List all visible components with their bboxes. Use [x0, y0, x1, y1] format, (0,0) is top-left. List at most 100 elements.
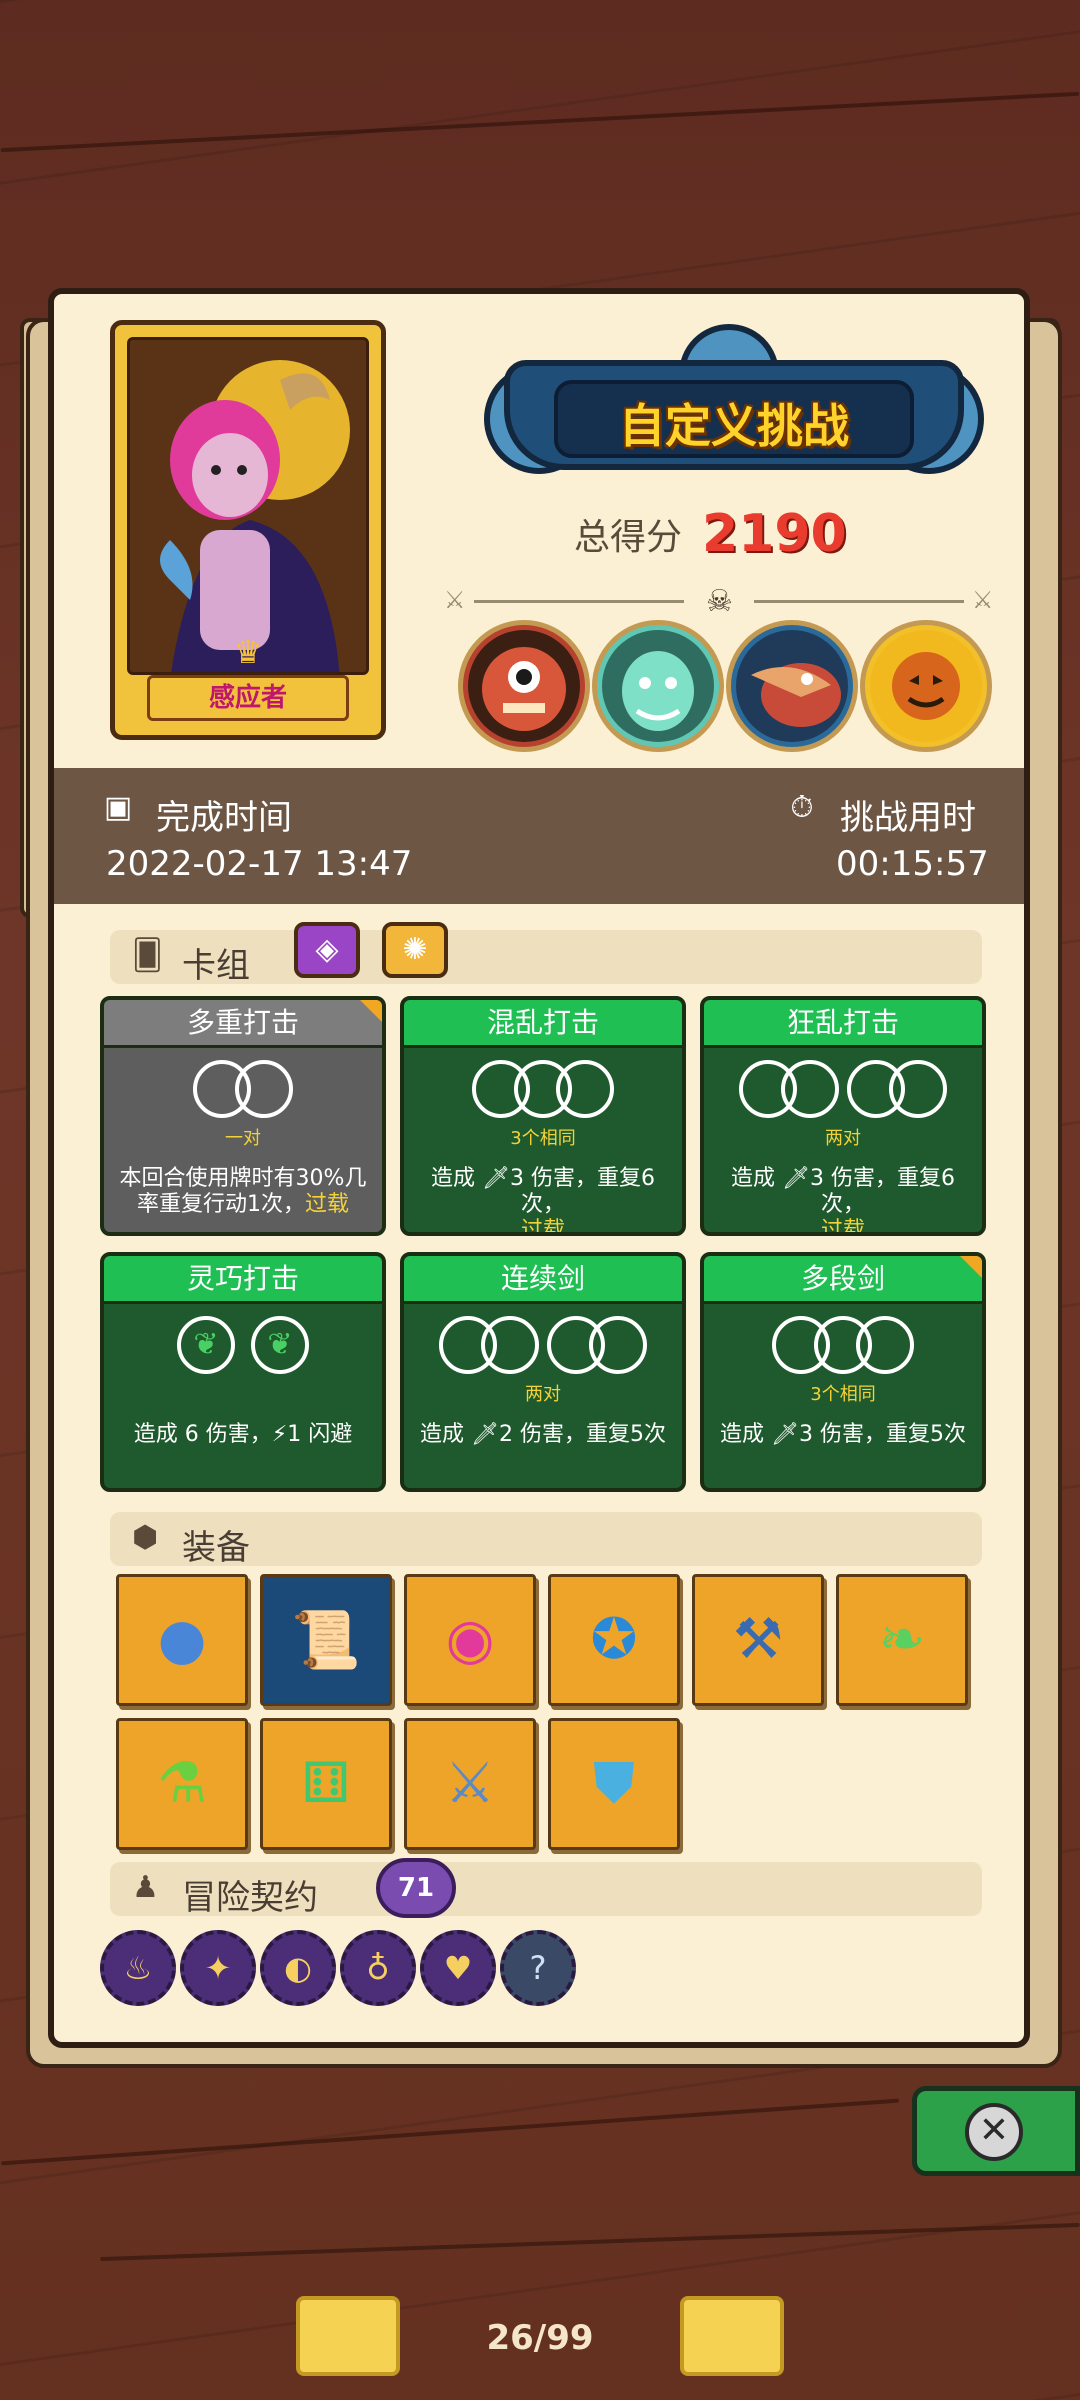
skill-card[interactable]: 多段剑 3个相同 造成 🗡3 伤害，重复5次	[700, 1252, 986, 1492]
hero-illustration	[130, 340, 366, 672]
completion-time-value: 2022-02-17 13:47	[106, 844, 413, 884]
deck-label: 卡组	[182, 946, 250, 986]
orb-icon: ◉	[445, 1607, 495, 1672]
page-title: 自定义挑战	[619, 399, 849, 453]
stopwatch-icon: ⏱	[790, 790, 814, 825]
skill-requirement: 两对	[825, 1128, 861, 1149]
amulet-icon: ✪	[590, 1607, 638, 1672]
leaf-icon: ❦	[251, 1316, 309, 1374]
calendar-icon: ▣	[103, 790, 133, 825]
leaf-icon: ❦	[177, 1316, 235, 1374]
equipment-label: 装备	[182, 1528, 250, 1568]
skill-card[interactable]: 混乱打击 3个相同 造成 🗡3 伤害，重复6次， 过载	[400, 996, 686, 1236]
page-indicator: 26/99	[486, 2318, 594, 2358]
skill-card[interactable]: 连续剑 两对 造成 🗡2 伤害，重复5次	[400, 1252, 686, 1492]
hero-artwork	[127, 337, 369, 675]
skill-name: 狂乱打击	[704, 1000, 982, 1048]
hero-name: 感应者	[147, 675, 349, 721]
equipment-slot[interactable]: ❧	[836, 1574, 968, 1706]
skill-requirement: 3个相同	[810, 1384, 876, 1405]
dice-slots	[104, 1060, 382, 1124]
result-card: ♛ 感应者 自定义挑战 总得分 2190 ⚔ ☠ ⚔ ▣ 完成时间 2022-0…	[48, 288, 1030, 2048]
boss-avatar[interactable]	[860, 620, 992, 752]
axe-icon: ⚒	[732, 1607, 784, 1672]
dice-icon: ⚅	[301, 1751, 351, 1816]
dice-slots	[404, 1316, 682, 1380]
skill-desc: 本回合使用牌时有30%几率重复行动1次，过载	[119, 1166, 367, 1217]
pact-mystery-icon[interactable]: ?	[500, 1930, 576, 2006]
equipment-slot[interactable]: ⛊	[548, 1718, 680, 1850]
deck-spiral-tag[interactable]: ✺	[382, 922, 448, 978]
boss-avatar[interactable]	[726, 620, 858, 752]
equipment-slot[interactable]: ⚅	[260, 1718, 392, 1850]
title-banner: 自定义挑战	[484, 324, 984, 494]
boss-divider: ⚔ ☠ ⚔	[444, 584, 1004, 619]
score-row: 总得分 2190	[574, 504, 994, 564]
prev-page-button[interactable]	[296, 2296, 400, 2376]
equipment-slot[interactable]: ●	[116, 1574, 248, 1706]
dice-slots	[404, 1060, 682, 1124]
score-value: 2190	[702, 504, 847, 564]
next-page-button[interactable]	[680, 2296, 784, 2376]
duration-value: 00:15:57	[836, 844, 989, 884]
time-strip: ▣ 完成时间 2022-02-17 13:47 ⏱ 挑战用时 00:15:57	[54, 768, 1024, 904]
pact-helmet-icon[interactable]: ◐	[260, 1930, 336, 2006]
skill-card[interactable]: 狂乱打击 两对 造成 🗡3 伤害，重复6次， 过载	[700, 996, 986, 1236]
skill-desc: 造成 6 伤害，⚡1 闪避	[133, 1422, 353, 1447]
sword-icon: ⚔	[444, 586, 466, 614]
dice-slots	[704, 1316, 982, 1380]
pact-heart-icon[interactable]: ♥	[420, 1930, 496, 2006]
pact-flask-icon[interactable]: ♁	[340, 1930, 416, 2006]
skill-name: 多段剑	[704, 1256, 982, 1304]
completion-time-label: 完成时间	[156, 798, 292, 838]
contract-header: ♟ 冒险契约	[110, 1862, 982, 1918]
hero-portrait[interactable]: ♛ 感应者	[110, 320, 386, 740]
box-icon: ⬢	[132, 1520, 159, 1555]
dice-slots: ❦ ❦	[104, 1316, 382, 1380]
pact-lamp-icon[interactable]: ♨	[100, 1930, 176, 2006]
equipment-slot[interactable]: ◉	[404, 1574, 536, 1706]
skull-icon: ☠	[706, 584, 733, 619]
skill-card[interactable]: 多重打击 一对 本回合使用牌时有30%几率重复行动1次，过载	[100, 996, 386, 1236]
score-label: 总得分	[574, 517, 683, 558]
boss-avatar[interactable]	[458, 620, 590, 752]
skill-requirement: 一对	[225, 1128, 261, 1149]
equipment-slot[interactable]: ⚔	[404, 1718, 536, 1850]
deck-type-tag[interactable]: ◈	[294, 922, 360, 978]
pact-shoe-icon[interactable]: ✦	[180, 1930, 256, 2006]
equipment-slot[interactable]: ⚗	[116, 1718, 248, 1850]
slime-icon: ●	[157, 1607, 207, 1672]
equipment-header: ⬢ 装备	[110, 1512, 982, 1568]
close-button[interactable]: ✕	[912, 2086, 1080, 2176]
potion-icon: ⚗	[156, 1751, 208, 1816]
sword-icon: ⚔	[972, 586, 994, 614]
dice-slots	[704, 1060, 982, 1124]
skill-desc: 造成 🗡3 伤害，重复6次， 过载	[731, 1166, 955, 1236]
skill-requirement: 两对	[525, 1384, 561, 1405]
skill-card[interactable]: 灵巧打击 ❦ ❦ 造成 6 伤害，⚡1 闪避	[100, 1252, 386, 1492]
skill-name: 多重打击	[104, 1000, 382, 1048]
close-icon: ✕	[965, 2103, 1023, 2161]
skill-desc: 造成 🗡3 伤害，重复5次	[720, 1422, 966, 1447]
skill-name: 混乱打击	[404, 1000, 682, 1048]
equipment-slot[interactable]: 📜	[260, 1574, 392, 1706]
shield-icon: ⛊	[593, 1751, 635, 1816]
contract-level-badge: 71	[376, 1858, 456, 1918]
crown-icon: ♛	[233, 633, 263, 671]
skill-name: 灵巧打击	[104, 1256, 382, 1304]
feather-icon: ❧	[878, 1607, 926, 1672]
cards-icon: 🂠	[132, 938, 163, 973]
skill-name: 连续剑	[404, 1256, 682, 1304]
equipment-slot[interactable]: ⚒	[692, 1574, 824, 1706]
skill-requirement: 3个相同	[510, 1128, 576, 1149]
boss-avatar[interactable]	[592, 620, 724, 752]
deck-header: 🂠 卡组	[110, 930, 982, 986]
contract-label: 冒险契约	[182, 1878, 318, 1918]
skill-desc: 造成 🗡3 伤害，重复6次， 过载	[431, 1166, 655, 1236]
person-icon: ♟	[132, 1870, 159, 1905]
equipment-slot[interactable]: ✪	[548, 1574, 680, 1706]
scroll-icon: 📜	[291, 1608, 361, 1673]
skill-desc: 造成 🗡2 伤害，重复5次	[420, 1422, 666, 1447]
blade-icon: ⚔	[444, 1751, 496, 1816]
duration-label: 挑战用时	[840, 798, 976, 838]
